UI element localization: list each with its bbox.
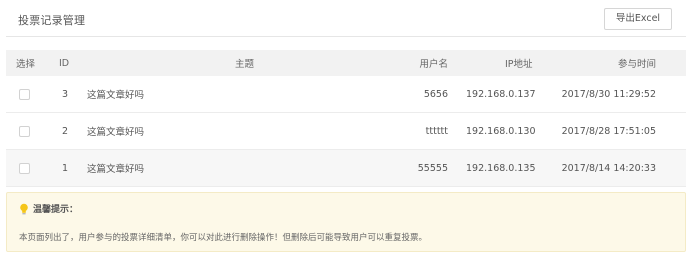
row-id: 2 (62, 125, 69, 137)
tip-title: 温馨提示： (33, 205, 79, 215)
lightbulb-icon (20, 203, 28, 214)
page-header: 投票记录管理 导出Excel (6, 0, 686, 37)
row-select-cell (16, 150, 30, 186)
table-row[interactable]: 1 这篇文章好吗 55555 192.168.0.135 2017/8/14 1… (6, 150, 686, 187)
row-ip: 192.168.0.130 (466, 125, 536, 137)
row-topic: 这篇文章好吗 (87, 164, 145, 175)
row-time: 2017/8/30 11:29:52 (561, 88, 656, 100)
row-select-cell (16, 76, 30, 112)
vote-records-table: 选择 ID 主题 用户名 IP地址 参与时间 3 这篇文章好吗 5656 192… (6, 50, 686, 187)
column-header-username: 用户名 (419, 59, 448, 70)
row-checkbox[interactable] (19, 88, 30, 100)
column-header-select: 选择 (16, 59, 36, 70)
row-checkbox[interactable] (19, 162, 30, 174)
row-username: 5656 (423, 88, 448, 100)
table-header: 选择 ID 主题 用户名 IP地址 参与时间 (6, 50, 686, 76)
row-id: 1 (62, 162, 69, 174)
page-title: 投票记录管理 (18, 14, 86, 27)
row-topic: 这篇文章好吗 (87, 127, 145, 138)
column-header-id: ID (59, 57, 70, 69)
row-time: 2017/8/28 17:51:05 (561, 125, 656, 137)
row-username: tttttt (425, 125, 448, 137)
row-select-cell (16, 113, 30, 149)
row-ip: 192.168.0.135 (466, 162, 536, 174)
column-header-topic: 主题 (235, 59, 255, 70)
row-time: 2017/8/14 14:20:33 (561, 162, 656, 174)
column-header-time: 参与时间 (617, 59, 656, 70)
tip-body: 本页面列出了，用户参与的投票详细清单，你可以对此进行删除操作！但删除后可能导致用… (19, 233, 428, 243)
table-row[interactable]: 2 这篇文章好吗 tttttt 192.168.0.130 2017/8/28 … (6, 113, 686, 150)
table-row[interactable]: 3 这篇文章好吗 5656 192.168.0.137 2017/8/30 11… (6, 76, 686, 113)
row-checkbox[interactable] (19, 125, 30, 137)
row-id: 3 (62, 88, 69, 100)
column-header-ip: IP地址 (505, 59, 533, 70)
export-excel-button[interactable]: 导出Excel (604, 8, 672, 30)
tip-panel: 温馨提示： 本页面列出了，用户参与的投票详细清单，你可以对此进行删除操作！但删除… (6, 192, 686, 252)
row-ip: 192.168.0.137 (466, 88, 536, 100)
row-username: 55555 (417, 162, 448, 174)
row-topic: 这篇文章好吗 (87, 90, 145, 101)
tip-header: 温馨提示： (19, 202, 78, 215)
